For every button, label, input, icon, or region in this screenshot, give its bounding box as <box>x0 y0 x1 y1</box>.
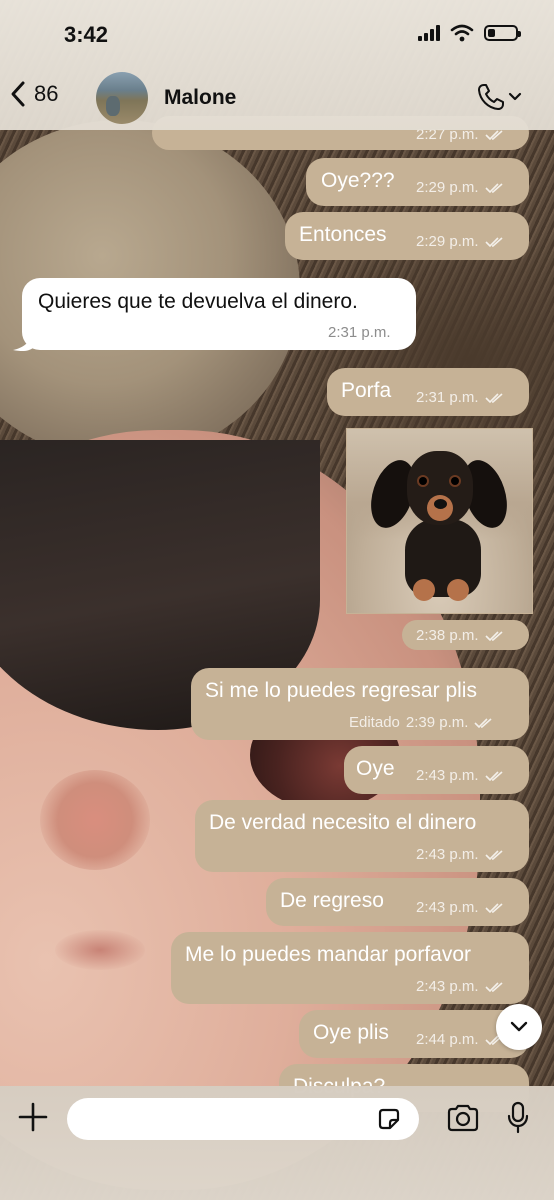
camera-icon[interactable] <box>446 1104 480 1132</box>
avatar[interactable] <box>96 72 148 124</box>
image-time-pill: 2:38 p.m. <box>402 620 529 650</box>
wifi-icon <box>450 24 474 42</box>
photo-message-dachshund[interactable] <box>346 428 533 614</box>
message-time: 2:39 p.m. <box>405 714 469 731</box>
message-time: 2:29 p.m. <box>416 179 479 196</box>
chevron-down-icon <box>508 92 522 101</box>
read-receipt-icon <box>484 849 503 860</box>
message-text: Si me lo puedes regresar plis <box>205 679 477 702</box>
chevron-left-icon <box>11 81 25 107</box>
read-receipt-icon <box>484 770 503 781</box>
back-button[interactable]: 86 <box>10 80 58 108</box>
call-button[interactable] <box>476 82 522 112</box>
read-receipt-icon <box>484 630 503 641</box>
microphone-icon[interactable] <box>506 1101 530 1135</box>
message-bubble[interactable]: Oye??? 2:29 p.m. <box>306 158 529 206</box>
message-text: Quieres que te devuelva el dinero. <box>38 290 358 313</box>
edited-label: Editado <box>349 714 400 731</box>
read-receipt-icon <box>484 236 503 247</box>
message-text: Oye <box>356 757 395 780</box>
message-bubble[interactable]: Oye 2:43 p.m. <box>344 746 529 794</box>
read-receipt-icon <box>474 717 492 728</box>
message-input[interactable] <box>67 1098 419 1140</box>
message-time: 2:43 p.m. <box>416 978 479 995</box>
message-time: 2:29 p.m. <box>416 233 479 250</box>
plus-icon[interactable] <box>16 1100 50 1134</box>
message-bubble[interactable]: Me lo puedes mandar porfavor 2:43 p.m. <box>171 932 529 1004</box>
status-icons <box>418 24 521 42</box>
read-receipt-icon <box>484 129 503 140</box>
message-time: 2:43 p.m. <box>416 767 479 784</box>
message-time: 2:43 p.m. <box>416 899 479 916</box>
read-receipt-icon <box>484 981 503 992</box>
bubble-tail <box>13 332 33 352</box>
message-bubble[interactable]: De regreso 2:43 p.m. <box>266 878 529 926</box>
message-text: Porfa <box>341 379 392 402</box>
message-time: 2:38 p.m. <box>416 627 479 644</box>
message-bubble[interactable]: Si me lo puedes regresar plis Editado 2:… <box>191 668 529 740</box>
read-receipt-icon <box>484 182 503 193</box>
message-time: 2:31 p.m. <box>328 324 391 341</box>
sticker-icon[interactable] <box>376 1106 402 1132</box>
message-text: De verdad necesito el dinero <box>209 811 477 834</box>
message-text-field[interactable] <box>81 1108 375 1131</box>
read-receipt-icon <box>484 902 503 913</box>
chat-screen: 2:27 p.m. Oye??? 2:29 p.m. Entonces 2:29… <box>0 0 554 1200</box>
read-receipt-icon <box>484 392 503 403</box>
message-time: 2:31 p.m. <box>416 389 479 406</box>
scroll-to-bottom-button[interactable] <box>496 1004 542 1050</box>
status-time: 3:42 <box>64 22 109 47</box>
message-time: 2:43 p.m. <box>416 846 479 863</box>
message-bubble[interactable]: Porfa 2:31 p.m. <box>327 368 529 416</box>
message-text: Oye plis <box>313 1021 389 1044</box>
cellular-signal-icon <box>418 25 440 41</box>
message-bubble[interactable]: Entonces 2:29 p.m. <box>285 212 529 260</box>
message-time: 2:44 p.m. <box>416 1031 479 1048</box>
message-text: Entonces <box>299 223 387 246</box>
message-bubble[interactable]: De verdad necesito el dinero 2:43 p.m. <box>195 800 529 872</box>
message-text: Me lo puedes mandar porfavor <box>185 943 471 966</box>
unread-count: 86 <box>34 81 59 106</box>
battery-icon <box>484 25 521 41</box>
message-text: Oye??? <box>321 169 395 192</box>
message-text: De regreso <box>280 889 384 912</box>
message-bubble[interactable]: Oye plis 2:44 p.m. <box>299 1010 529 1058</box>
chevron-down-icon <box>510 1021 528 1032</box>
contact-name[interactable]: Malone <box>164 86 236 110</box>
phone-icon <box>478 84 504 110</box>
message-bubble[interactable]: Quieres que te devuelva el dinero. 2:31 … <box>22 278 416 350</box>
chat-header: 3:42 86 Malone <box>0 0 554 130</box>
